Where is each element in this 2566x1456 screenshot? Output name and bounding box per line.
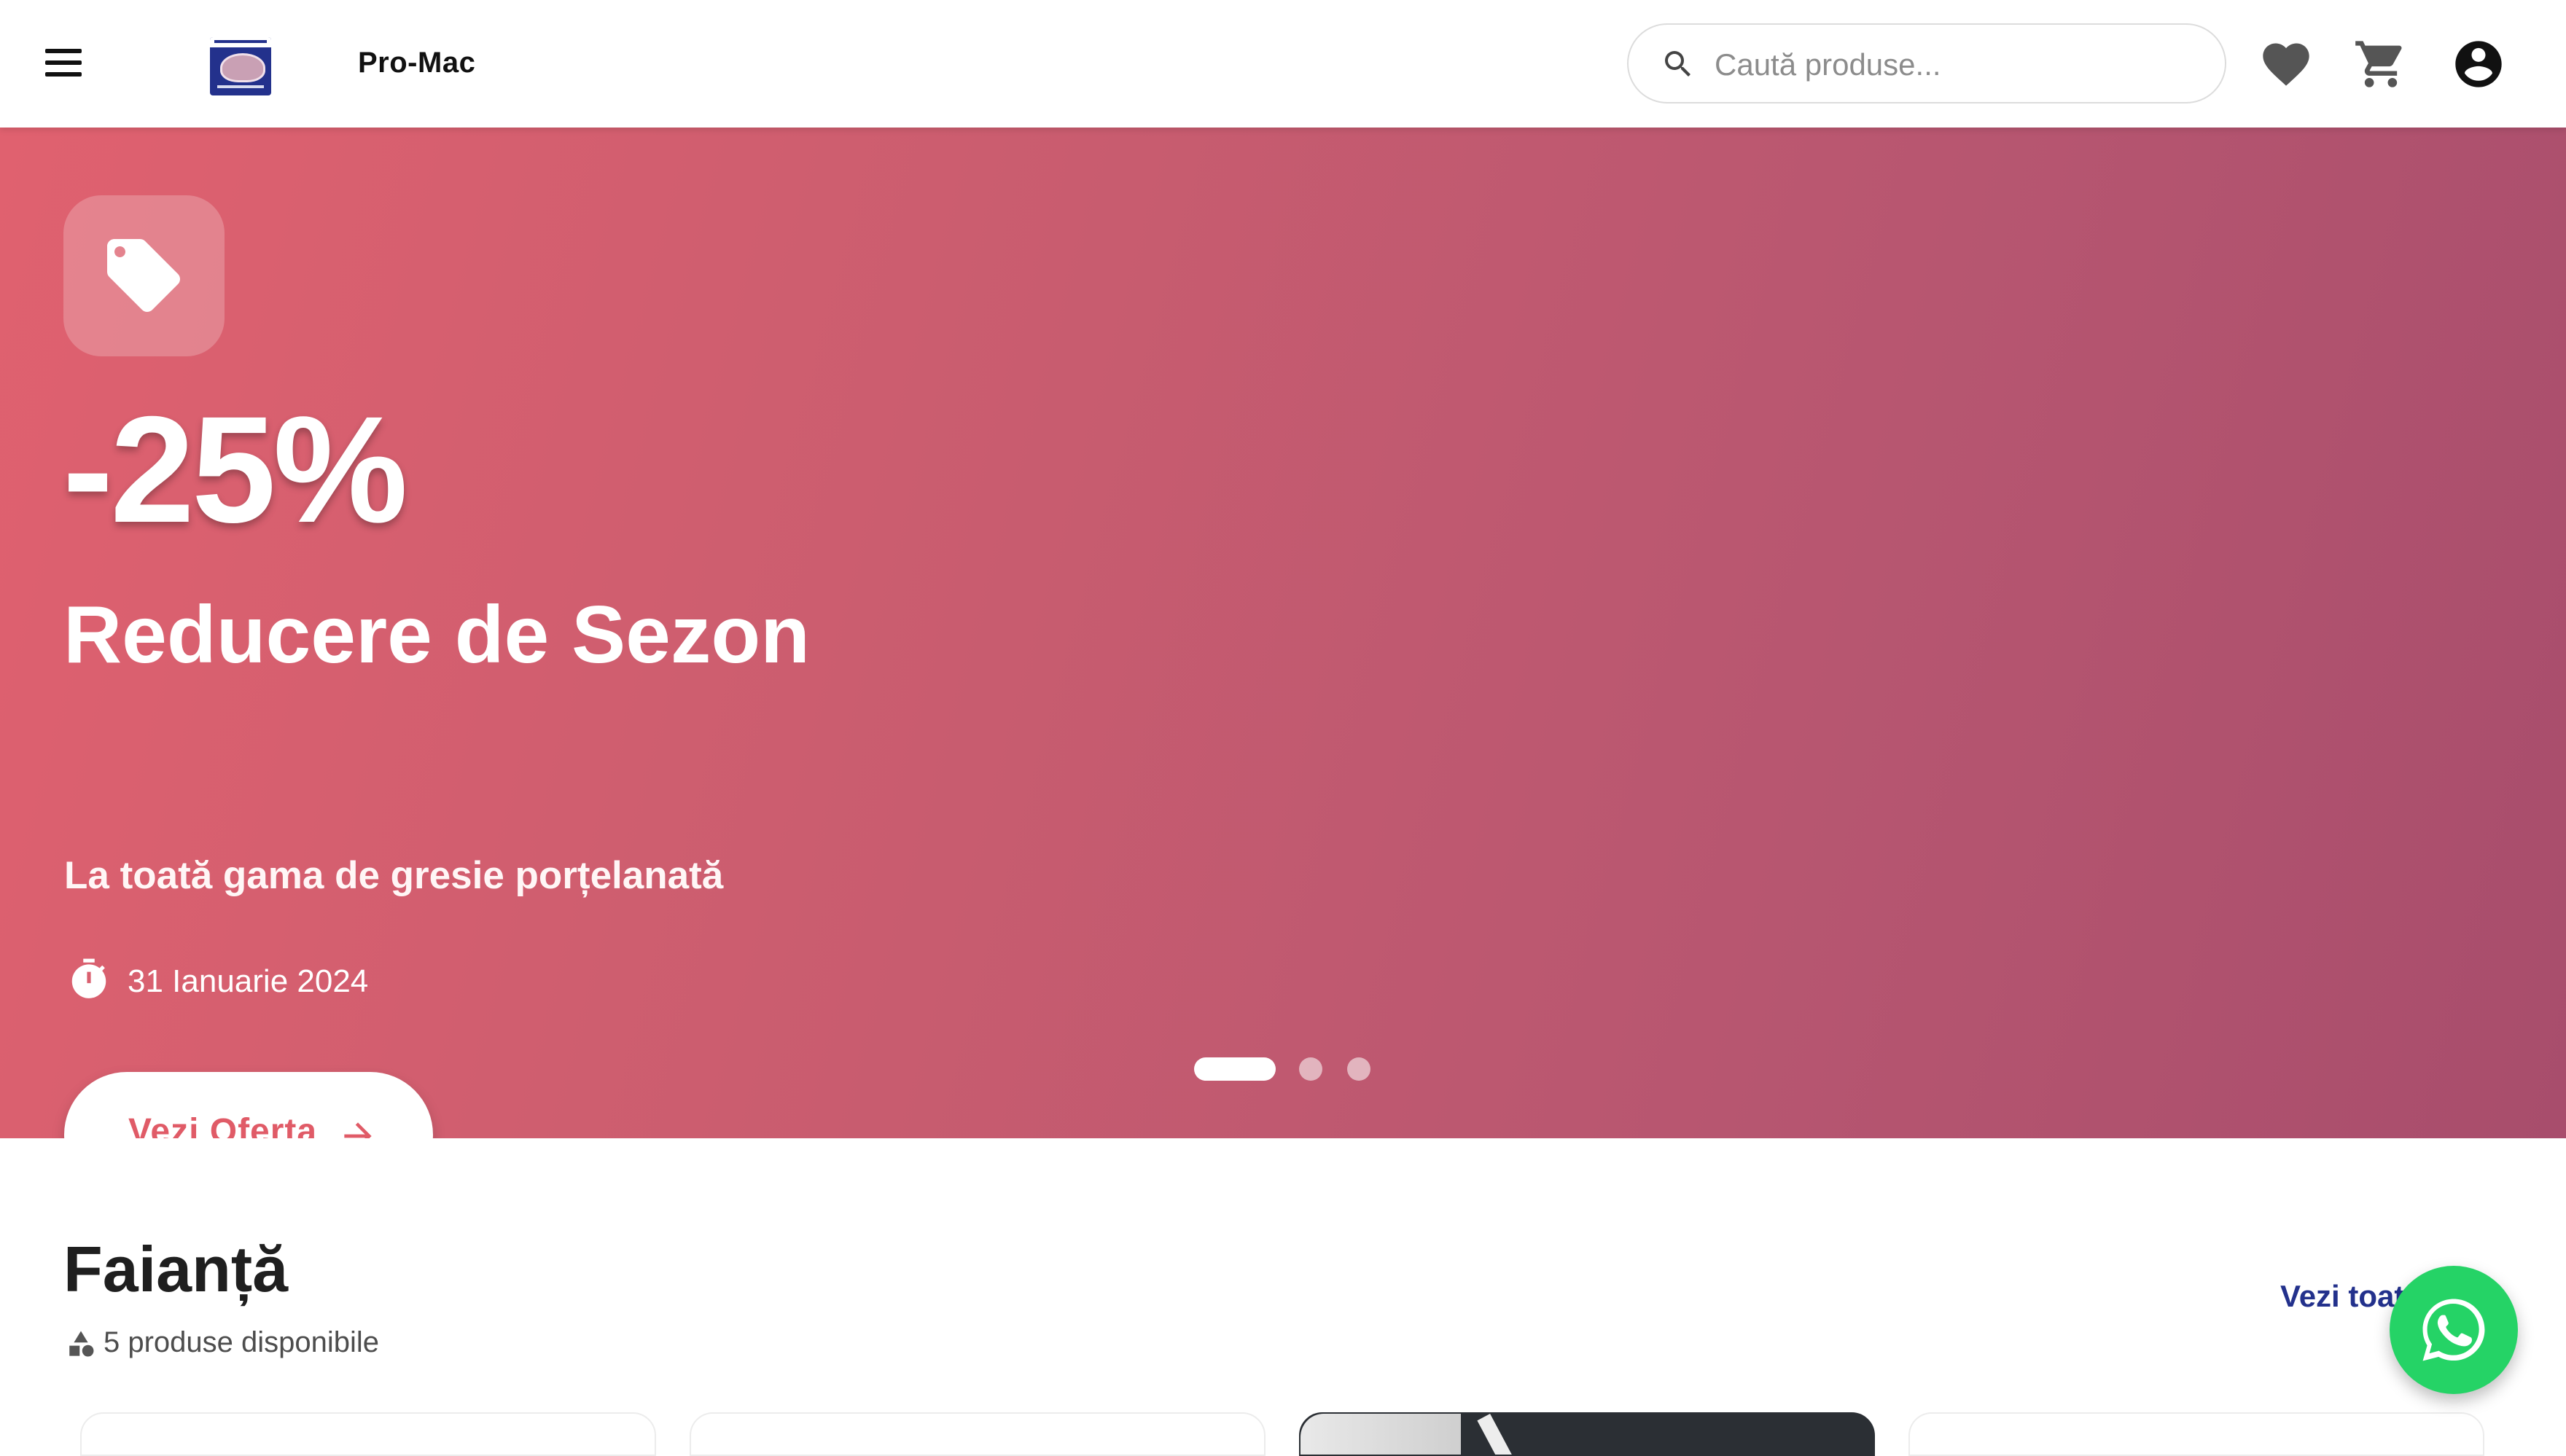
cart-icon[interactable] [2353,36,2409,92]
search-bar[interactable] [1627,23,2226,103]
categories-icon [69,1331,94,1357]
tag-icon [107,239,180,312]
promo-badge [63,195,225,356]
product-card[interactable] [1299,1412,1875,1456]
account-icon[interactable] [2451,36,2506,92]
carousel-dot[interactable] [1347,1057,1370,1081]
product-card[interactable] [80,1412,656,1456]
see-offer-label: Vezi Oferta [128,1112,318,1139]
section-title: Faianță [63,1233,289,1305]
product-card[interactable] [1908,1412,2484,1456]
menu-icon[interactable] [38,42,89,85]
brand-name[interactable]: Pro-Mac [358,47,475,79]
search-icon [1665,51,1690,77]
promo-title: Reducere de Sezon [63,590,810,680]
promo-end-date: 31 Ianuarie 2024 [128,963,369,999]
promo-subtitle: La toată gama de gresie porțelanată [64,854,724,897]
product-count: 5 produse disponibile [104,1326,380,1358]
whatsapp-icon [2422,1299,2485,1361]
timer-icon [71,958,106,998]
discount-value: -25% [63,385,408,555]
favorite-icon[interactable] [2258,36,2314,92]
search-input[interactable] [1713,39,2197,90]
carousel-dot[interactable] [1194,1057,1276,1081]
carousel-dot[interactable] [1299,1057,1322,1081]
hero-banner[interactable]: -25% Reducere de Sezon La toată gama de … [0,128,2566,1138]
app-header: Pro-Mac [0,0,2566,128]
see-offer-button[interactable]: Vezi Oferta [64,1072,433,1138]
arrow-right-icon [344,1122,372,1138]
product-card[interactable] [690,1412,1266,1456]
whatsapp-button[interactable] [2390,1266,2518,1394]
brand-logo[interactable] [210,37,271,95]
